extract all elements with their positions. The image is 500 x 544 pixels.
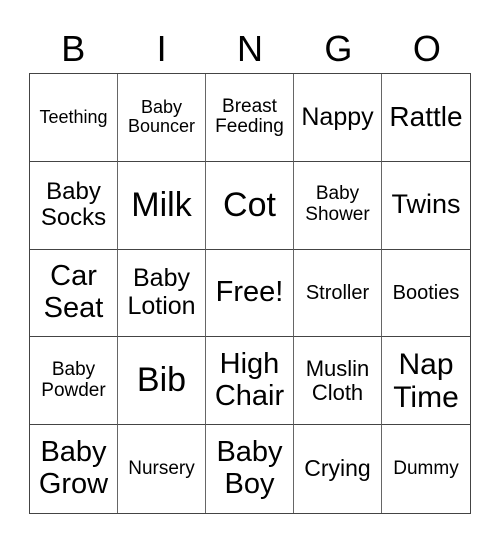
bingo-cell[interactable]: Baby Boy: [206, 425, 294, 513]
bingo-cell[interactable]: Teething: [30, 74, 118, 162]
header-letter-o: O: [412, 28, 441, 69]
bingo-cell[interactable]: Baby Lotion: [118, 249, 206, 338]
bingo-cell[interactable]: Baby Shower: [294, 161, 382, 250]
bingo-cell[interactable]: Nursery: [118, 425, 206, 513]
bingo-cell[interactable]: Booties: [382, 250, 470, 338]
header-letter-g: G: [324, 28, 353, 69]
bingo-cell[interactable]: Baby Bouncer: [118, 74, 206, 162]
bingo-cell[interactable]: Baby Socks: [30, 161, 118, 250]
bingo-cell[interactable]: Cot: [206, 161, 294, 250]
bingo-cell[interactable]: Baby Grow: [30, 425, 118, 513]
bingo-cell[interactable]: Dummy: [382, 425, 470, 513]
header-letter-n: N: [237, 28, 264, 69]
bingo-cell[interactable]: Breast Feeding: [206, 74, 294, 162]
bingo-cell[interactable]: Stroller: [294, 249, 382, 338]
free-space-cell[interactable]: Free!: [206, 249, 294, 338]
bingo-cell[interactable]: Twins: [382, 162, 470, 250]
header-letter-b: B: [61, 28, 86, 69]
bingo-cell[interactable]: Milk: [118, 161, 206, 250]
bingo-header: B I N G O: [29, 26, 471, 72]
bingo-cell[interactable]: Nappy: [294, 74, 382, 162]
bingo-cell[interactable]: Rattle: [382, 74, 470, 162]
bingo-cell[interactable]: Baby Powder: [30, 337, 118, 426]
bingo-cell[interactable]: Bib: [118, 337, 206, 426]
bingo-cell[interactable]: Crying: [294, 425, 382, 513]
bingo-cell[interactable]: Nap Time: [382, 337, 470, 426]
bingo-cell[interactable]: Car Seat: [30, 249, 118, 338]
bingo-card-grid: Teething Baby Bouncer Breast Feeding Nappy R…: [29, 73, 471, 514]
bingo-cell[interactable]: Muslin Cloth: [294, 337, 382, 426]
bingo-cell[interactable]: High Chair: [206, 337, 294, 426]
header-letter-i: I: [156, 28, 167, 69]
